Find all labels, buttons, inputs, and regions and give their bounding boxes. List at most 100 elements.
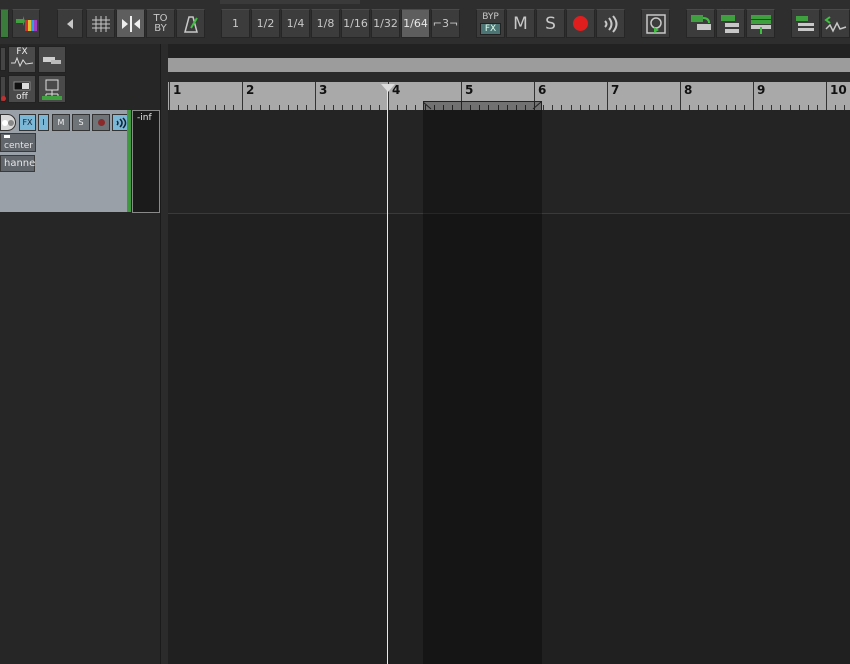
insert-folder-button[interactable] [716, 9, 745, 38]
ruler-bar-tick [242, 82, 243, 110]
envelope-icon [43, 57, 61, 64]
grid-1-16-label: 1/16 [343, 17, 368, 30]
to-label: TO [153, 12, 168, 24]
speaker-waves-icon [603, 14, 617, 33]
grid-1-4-button[interactable]: 1/4 [281, 9, 310, 38]
solo-all-button[interactable]: S [536, 9, 565, 38]
ruler-bar-label: 5 [465, 83, 474, 97]
record-arm-button[interactable] [566, 9, 595, 38]
track-vu-meter[interactable] [132, 110, 160, 213]
edit-cursor[interactable] [387, 84, 388, 664]
toggle-off-button[interactable]: off [8, 75, 36, 103]
time-selection-mode-button[interactable]: TO BY [146, 9, 175, 38]
grid-triplet-button[interactable]: ⌐3¬ [431, 9, 460, 38]
ruler-bar-tick [315, 82, 316, 110]
grid-1-button[interactable]: 1 [221, 9, 250, 38]
routing-button[interactable] [38, 75, 66, 103]
grid-1-label: 1 [232, 17, 239, 30]
ruler-bar-tick [826, 82, 827, 110]
grid-1-2-button[interactable]: 1/2 [251, 9, 280, 38]
ruler-bar-label: 9 [757, 83, 766, 97]
horizontal-scroll-area[interactable] [168, 44, 850, 58]
grid-1-8-label: 1/8 [316, 17, 335, 30]
fx-browser-button[interactable]: FX [8, 46, 36, 73]
ruler-bar-tick [169, 82, 170, 110]
track-solo-button[interactable]: S [72, 114, 90, 131]
pan-value: center [4, 141, 33, 151]
ruler-bar-label: 2 [246, 83, 255, 97]
envelope-tool-button[interactable] [38, 46, 66, 73]
grid-1-2-label: 1/2 [256, 17, 275, 30]
fx-wave-icon [11, 57, 34, 67]
ruler-bar-label: 10 [830, 83, 847, 97]
track-mute-button[interactable]: M [52, 114, 70, 131]
ruler-bar-label: 3 [319, 83, 328, 97]
track-record-button[interactable] [92, 114, 110, 131]
track-io-label: I [42, 118, 45, 127]
grid-1-32-button[interactable]: 1/32 [371, 9, 400, 38]
metronome-icon [183, 15, 198, 33]
grid-icon [91, 15, 110, 32]
grid-triplet-label: ⌐3¬ [432, 17, 459, 30]
track-fx-button[interactable]: FX [19, 114, 36, 131]
track-manager-button[interactable] [791, 9, 820, 38]
fx-label: FX [479, 23, 502, 35]
grid-1-32-label: 1/32 [373, 17, 398, 30]
off-label: off [16, 92, 28, 102]
time-selection-marker[interactable] [423, 101, 542, 110]
channel-selector[interactable]: hanne [0, 155, 35, 172]
track-mute-label: M [57, 118, 65, 127]
grid-1-64-button[interactable]: 1/64 [401, 9, 430, 38]
time-selection[interactable] [423, 101, 542, 664]
track-io-button[interactable]: I [38, 114, 49, 131]
grid-1-16-button[interactable]: 1/16 [341, 9, 370, 38]
ruler-bar-tick [753, 82, 754, 110]
solo-label: S [545, 13, 556, 34]
track-solo-label: S [78, 118, 84, 127]
grid-1-64-label: 1/64 [403, 17, 428, 30]
ruler-bar-tick [680, 82, 681, 110]
pan-indicator [4, 135, 10, 138]
auto-scroll-button[interactable] [641, 9, 670, 38]
ruler-bar-label: 7 [611, 83, 620, 97]
region-marker-lane[interactable] [168, 58, 850, 72]
render-button[interactable] [746, 9, 775, 38]
bypass-fx-button[interactable]: BYP FX [476, 9, 505, 38]
track-color-strip [127, 110, 131, 212]
snap-icon [121, 15, 140, 32]
undo-wave-icon [823, 15, 846, 33]
insert-track-icon [690, 14, 711, 30]
grid-1-8-button[interactable]: 1/8 [311, 9, 340, 38]
move-left-button[interactable] [57, 9, 83, 38]
toggle-switch-icon [13, 81, 31, 91]
window-tab-strip [220, 0, 360, 4]
tempo-marker-lane[interactable] [168, 72, 850, 82]
insert-track-button[interactable] [686, 9, 715, 38]
partial-tool-button-2[interactable] [0, 76, 6, 102]
snap-toggle-button[interactable] [116, 9, 145, 38]
routing-icon [42, 79, 62, 100]
edit-cursor-head-icon[interactable] [381, 84, 395, 92]
track-list-icon [795, 15, 814, 31]
partial-green-button[interactable] [0, 9, 9, 38]
monitor-button[interactable] [596, 9, 625, 38]
color-tracks-button[interactable] [12, 9, 40, 38]
grid-toggle-button[interactable] [86, 9, 115, 38]
folder-tracks-icon [720, 14, 739, 33]
color-palette-icon [16, 15, 37, 31]
partial-tool-button[interactable] [0, 47, 6, 71]
metronome-button[interactable] [176, 9, 205, 38]
pan-knob[interactable]: center [0, 133, 36, 152]
record-icon [573, 16, 588, 31]
mute-all-button[interactable]: M [506, 9, 535, 38]
loop-handles-icon [423, 101, 542, 110]
ruler-bar-tick [607, 82, 608, 110]
undo-envelope-button[interactable] [821, 9, 850, 38]
main-toolbar: TO BY 1 1/2 1/4 1/8 1/16 1/32 1/64 ⌐3¬ B… [0, 0, 850, 45]
track-record-icon [97, 119, 105, 126]
arm-toggle-icon [2, 119, 14, 126]
arrow-left-icon [67, 18, 73, 29]
mute-label: M [513, 13, 528, 34]
track-fx-label: FX [22, 118, 33, 127]
record-dot-icon [1, 96, 6, 101]
